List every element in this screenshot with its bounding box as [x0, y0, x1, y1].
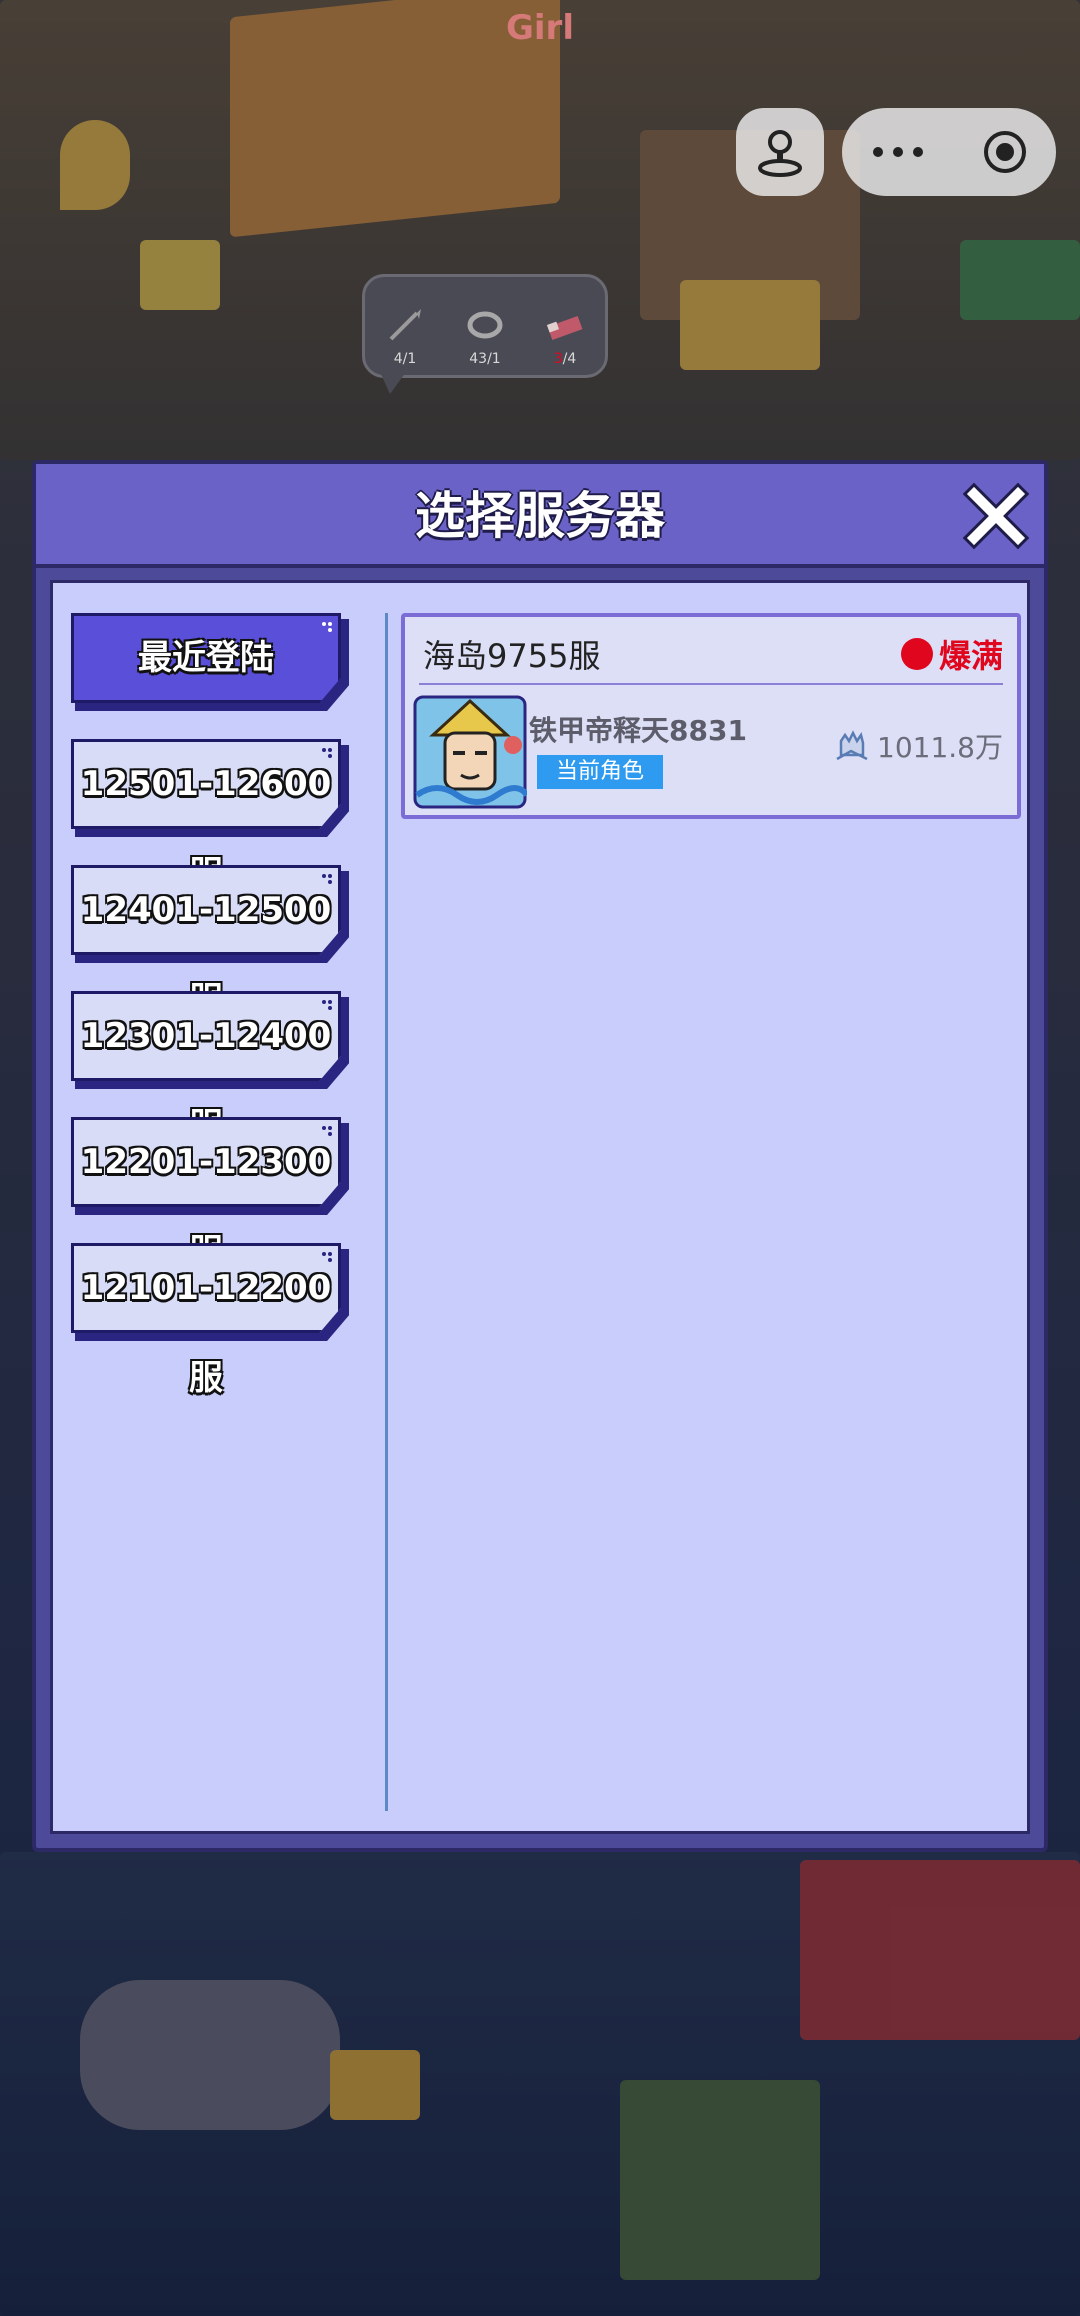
harpoon-icon	[389, 309, 421, 341]
power-value: 1011.8万	[877, 731, 1003, 764]
close-icon[interactable]	[962, 482, 1030, 550]
combat-power: 1011.8万	[831, 725, 1003, 767]
inventory-count-highlight: 3	[553, 351, 563, 367]
modal-body: 最近登陆 12501-12600服 12401-12500服 12301-124…	[50, 580, 1030, 1834]
bubble-tail	[380, 372, 406, 394]
category-recent[interactable]: 最近登陆	[71, 613, 349, 711]
inventory-count: 4/1	[393, 351, 417, 367]
category-label: 12401-12500服	[80, 890, 332, 1020]
fist-power-icon	[836, 730, 868, 761]
server-name: 海岛9755服	[423, 637, 601, 675]
category-label: 12101-12200服	[80, 1268, 332, 1398]
category-label: 12301-12400服	[80, 1016, 332, 1146]
category-12201-12300[interactable]: 12201-12300服	[71, 1117, 349, 1272]
close-miniprogram-icon[interactable]	[980, 127, 1030, 177]
inventory-bubble: 4/1 43/1 3/4	[362, 274, 608, 378]
current-role-badge: 当前角色	[537, 755, 663, 789]
inventory-count: 43/1	[469, 351, 501, 367]
modal-title: 选择服务器	[415, 487, 665, 545]
joystick-button[interactable]	[736, 108, 824, 196]
inventory-item-rope: 43/1	[465, 305, 505, 367]
app-title: Girl	[506, 8, 574, 48]
character-avatar	[413, 695, 527, 809]
inventory-item-harpoon: 4/1	[385, 305, 425, 367]
category-12501-12600[interactable]: 12501-12600服	[71, 739, 349, 894]
server-select-modal: 选择服务器 最近登陆 12501-12600服 12401-12500服 123…	[32, 460, 1048, 1852]
card-divider	[419, 683, 1003, 685]
status-label: 爆满	[938, 637, 1003, 675]
bed-icon	[546, 315, 583, 341]
miniprogram-capsule	[842, 108, 1056, 196]
category-12401-12500[interactable]: 12401-12500服	[71, 865, 349, 1020]
more-options-icon[interactable]	[868, 142, 928, 162]
category-12101-12200[interactable]: 12101-12200服	[71, 1243, 349, 1398]
server-status: 爆满	[900, 631, 1003, 677]
inventory-count: /4	[562, 351, 577, 367]
joystick-icon	[758, 130, 802, 177]
server-card[interactable]: 海岛9755服 爆满 铁甲帝释天8831 当前角色 1011.8万	[401, 613, 1021, 819]
category-label: 12501-12600服	[80, 764, 332, 894]
column-divider	[385, 613, 388, 1811]
category-12301-12400[interactable]: 12301-12400服	[71, 991, 349, 1146]
category-label: 12201-12300服	[80, 1142, 332, 1272]
status-dot-icon	[900, 638, 933, 670]
character-name: 铁甲帝释天8831	[529, 714, 747, 747]
rope-ring-icon	[467, 311, 503, 339]
inventory-item-bed: 3/4	[545, 305, 585, 367]
category-label: 最近登陆	[138, 638, 274, 678]
